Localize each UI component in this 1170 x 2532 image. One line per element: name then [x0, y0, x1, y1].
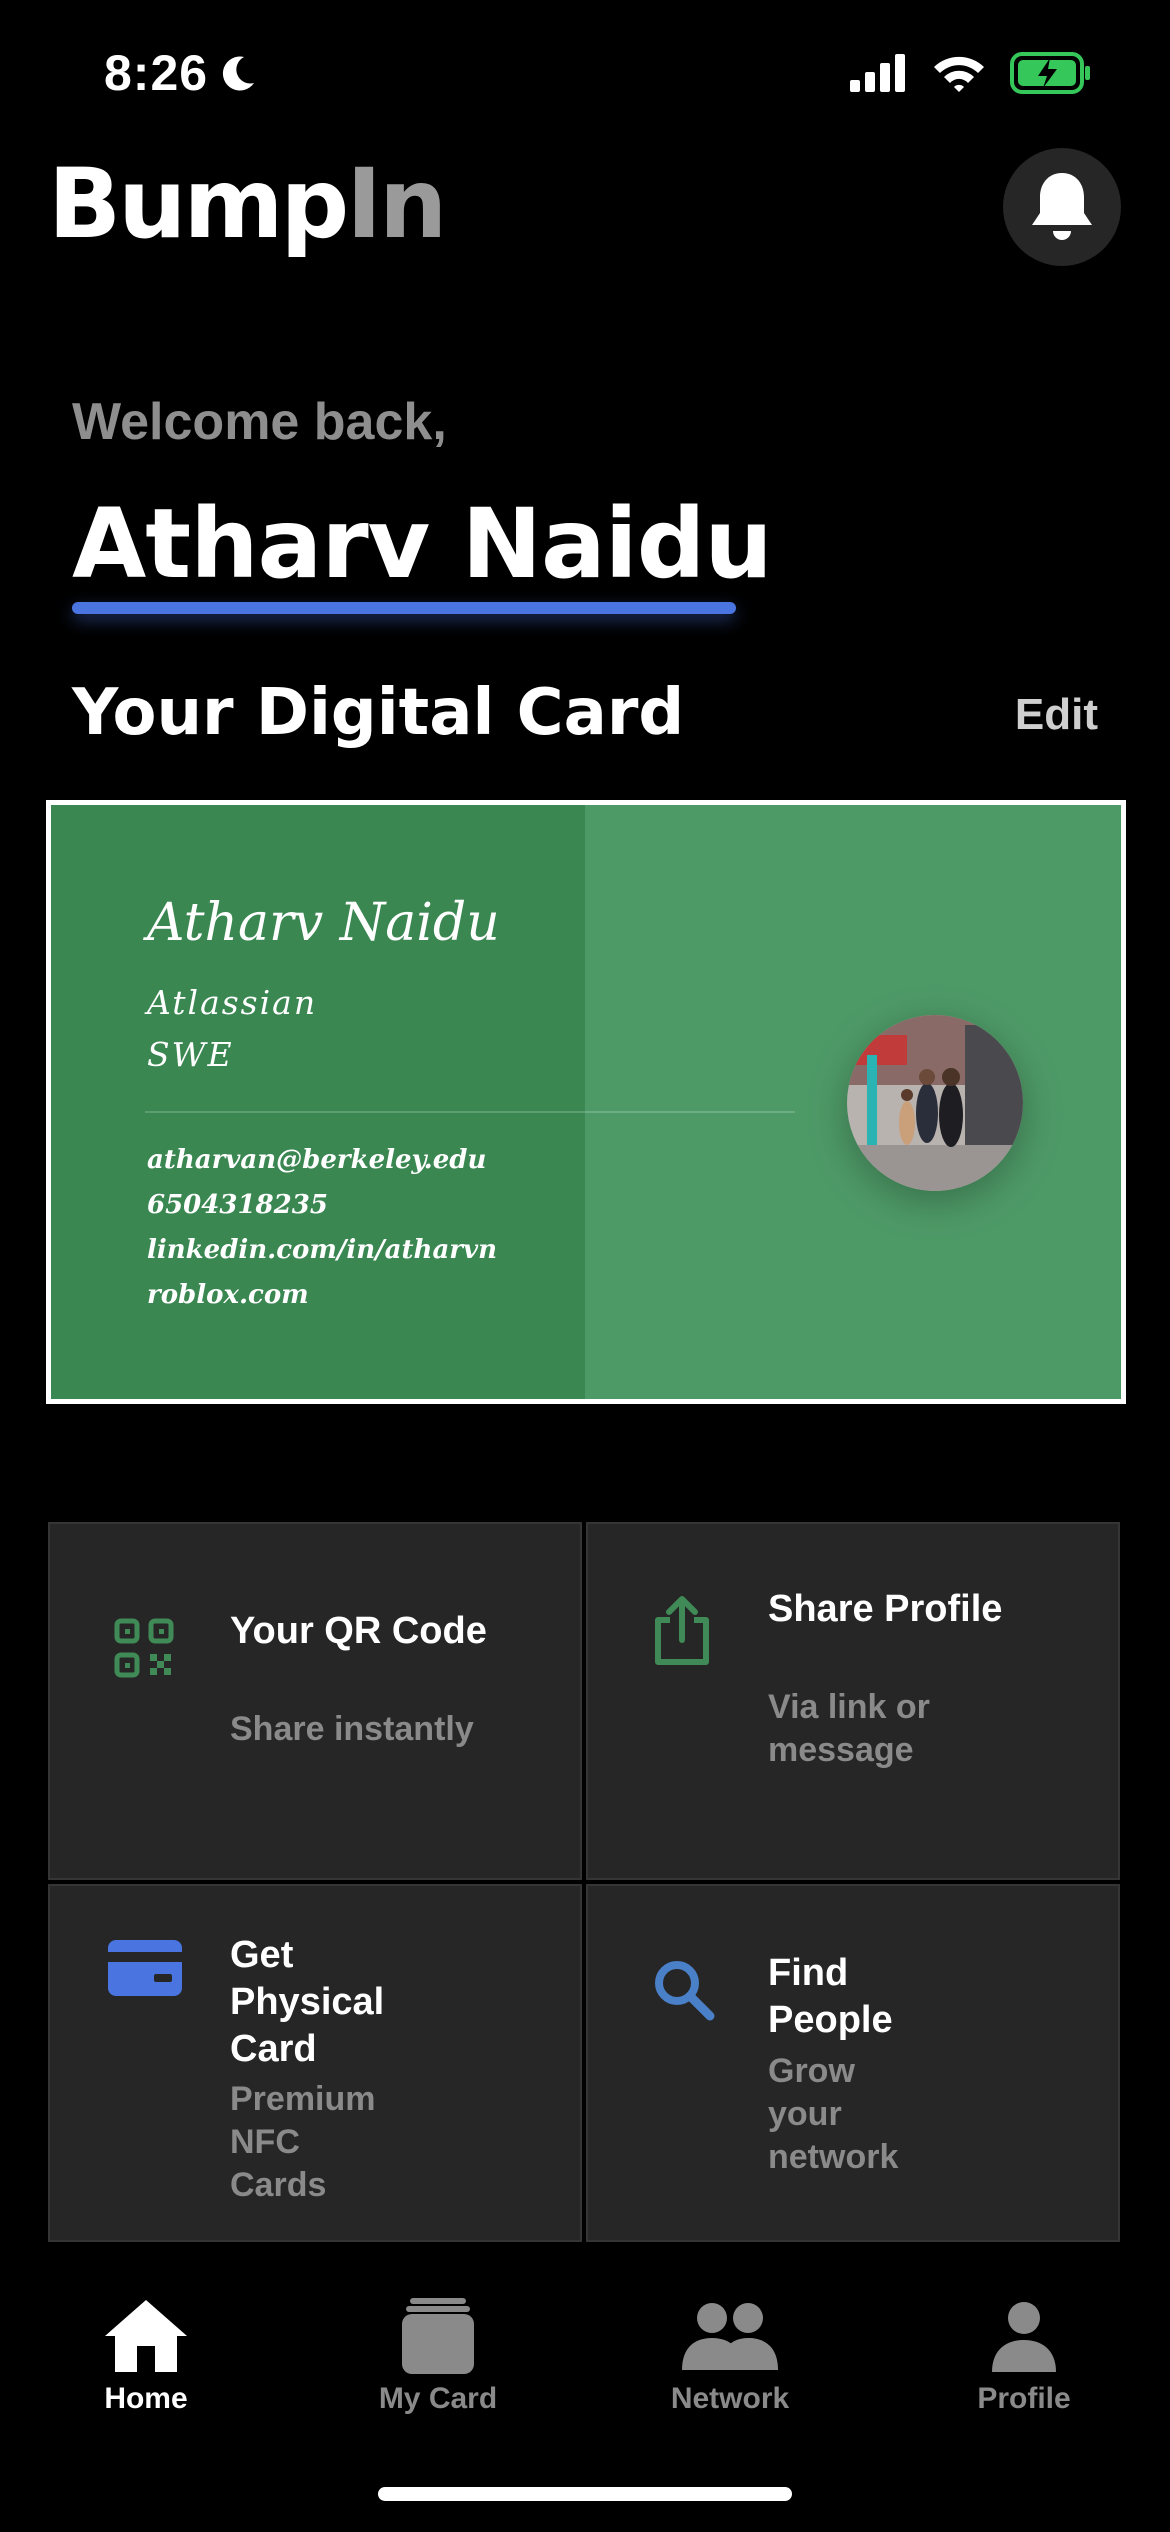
nav-network-label: Network: [670, 2382, 790, 2415]
nav-network[interactable]: Network: [630, 2296, 830, 2416]
card-linkedin: linkedin.com/in/atharvn: [147, 1235, 497, 1265]
physical-card-tile[interactable]: Get Physical Card Premium NFC Cards: [48, 1884, 582, 2242]
find-people-title: Find People: [768, 1952, 893, 2041]
qr-code-subtitle: Share instantly: [230, 1710, 474, 1748]
nav-my-card-label: My Card: [378, 2382, 498, 2415]
status-indicators: [850, 52, 1092, 94]
digital-card[interactable]: Atharv Naidu Atlassian SWE atharvan@berk…: [46, 800, 1126, 1404]
welcome-greeting: Welcome back,: [72, 393, 447, 451]
qr-code-tile[interactable]: Your QR Code Share instantly: [48, 1522, 582, 1880]
card-role: SWE: [147, 1035, 234, 1074]
nav-home[interactable]: Home: [46, 2296, 246, 2416]
physical-card-subtitle: Premium NFC Cards: [230, 2080, 376, 2204]
card-divider: [145, 1111, 795, 1113]
find-people-tile[interactable]: Find People Grow your network: [586, 1884, 1120, 2242]
card-profile-photo: [847, 1015, 1023, 1191]
notifications-button[interactable]: [1003, 148, 1121, 266]
nav-home-label: Home: [104, 2382, 188, 2415]
search-icon: [655, 1961, 715, 2021]
home-icon: [105, 2300, 187, 2372]
qr-code-icon: [114, 1618, 174, 1678]
nav-profile-label: Profile: [977, 2382, 1071, 2415]
share-icon: [655, 1596, 709, 1665]
status-time: 8:26: [104, 44, 258, 102]
logo-in-text: In: [346, 148, 447, 260]
status-time-label: 8:26: [104, 45, 209, 101]
person-icon: [992, 2302, 1056, 2372]
moon-icon: [222, 56, 255, 91]
card-name: Atharv Naidu: [147, 893, 500, 953]
cellular-signal-icon: [850, 54, 905, 92]
user-name-heading: Atharv Naidu: [72, 488, 773, 600]
logo-bump-text: Bump: [48, 148, 349, 260]
share-profile-title: Share Profile: [768, 1588, 1003, 1630]
edit-card-button[interactable]: Edit: [1015, 690, 1098, 740]
share-profile-subtitle: Via link or message: [768, 1688, 930, 1769]
nav-my-card[interactable]: My Card: [338, 2296, 538, 2416]
wifi-icon: [934, 56, 984, 92]
name-underline: [72, 602, 736, 614]
card-website: roblox.com: [147, 1280, 309, 1310]
credit-card-icon: [108, 1940, 182, 1996]
find-people-subtitle: Grow your network: [768, 2052, 899, 2176]
people-icon: [682, 2303, 778, 2370]
digital-card-title: Your Digital Card: [72, 676, 685, 750]
battery-charging-icon: [1010, 52, 1090, 94]
physical-card-title: Get Physical Card: [230, 1934, 385, 2070]
card-phone: 6504318235: [147, 1190, 328, 1220]
card-email: atharvan@berkeley.edu: [147, 1145, 487, 1175]
nav-profile[interactable]: Profile: [924, 2296, 1124, 2416]
qr-code-title: Your QR Code: [230, 1610, 487, 1652]
card-company: Atlassian: [147, 983, 318, 1022]
home-indicator[interactable]: [378, 2487, 792, 2501]
app-logo: BumpIn: [48, 148, 447, 260]
bell-icon: [1032, 173, 1092, 240]
share-profile-tile[interactable]: Share Profile Via link or message: [586, 1522, 1120, 1880]
card-stack-icon: [402, 2298, 474, 2374]
